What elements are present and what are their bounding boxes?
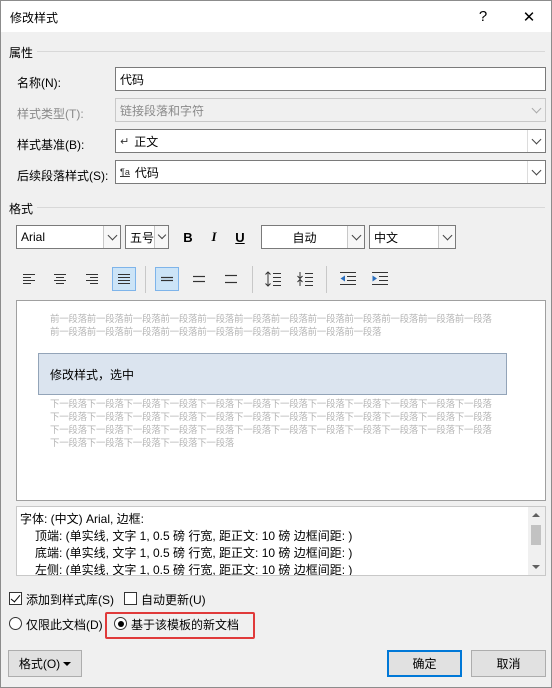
name-input[interactable]: 代码 (115, 67, 546, 91)
format-menu-label: 格式(O) (18, 657, 61, 671)
increase-paragraph-spacing-icon[interactable] (261, 267, 285, 291)
align-left-icon[interactable] (17, 267, 41, 291)
decrease-indent-icon[interactable] (336, 267, 360, 291)
add-to-gallery-label[interactable]: 添加到样式库(S) (26, 591, 114, 608)
underline-button[interactable]: U (229, 226, 251, 248)
double-spacing-icon[interactable] (219, 267, 243, 291)
preview-before-text: 前一段落前一段落前一段落前一段落前一段落前一段落前一段落前一段落前一段落前一段落… (50, 314, 492, 338)
based-on-value: 正文 (134, 134, 159, 149)
preview-sample: 修改样式，选中 (38, 353, 507, 395)
script-value: 中文 (374, 230, 399, 245)
chevron-down-icon (528, 99, 545, 121)
this-document-only-radio[interactable] (9, 617, 22, 630)
chevron-down-icon[interactable] (528, 130, 545, 152)
scroll-thumb[interactable] (531, 525, 541, 545)
preview-sample-text: 修改样式，选中 (50, 367, 135, 382)
chevron-down-icon[interactable] (438, 226, 455, 248)
justify-icon[interactable] (112, 267, 136, 291)
chevron-down-icon[interactable] (154, 226, 168, 248)
style-type-select: 链接段落和字符 (115, 98, 546, 122)
style-description: 字体: (中文) Arial, 边框: 顶端: (单实线, 文字 1, 0.5 … (16, 506, 546, 576)
font-color-select[interactable]: 自动 (261, 225, 365, 249)
auto-update-label[interactable]: 自动更新(U) (141, 591, 206, 608)
scroll-down-icon[interactable] (532, 565, 540, 569)
close-button[interactable]: ✕ (506, 1, 552, 32)
style-type-label: 样式类型(T): (17, 107, 84, 121)
cancel-button[interactable]: 取消 (471, 650, 546, 677)
format-divider (37, 207, 545, 208)
caret-down-icon (63, 661, 72, 666)
dialog-title: 修改样式 (10, 11, 59, 25)
toolbar-divider (326, 266, 327, 293)
description-line: 字体: (中文) Arial, 边框: (20, 512, 145, 526)
title-bar: 修改样式 ? ✕ (1, 1, 551, 32)
script-select[interactable]: 中文 (369, 225, 456, 249)
bold-button[interactable]: B (177, 226, 199, 248)
new-documents-template-radio[interactable] (114, 617, 127, 630)
font-size-select[interactable]: 五号 (125, 225, 169, 249)
format-section-label: 格式 (9, 202, 34, 216)
description-line: 底端: (单实线, 文字 1, 0.5 磅 行宽, 距正文: 10 磅 边框间距… (35, 546, 353, 560)
chevron-down-icon[interactable] (103, 226, 120, 248)
font-select[interactable]: Arial (16, 225, 121, 249)
toolbar-divider (252, 266, 253, 293)
align-center-icon[interactable] (48, 267, 72, 291)
decrease-paragraph-spacing-icon[interactable] (293, 267, 317, 291)
auto-update-checkbox[interactable] (124, 592, 137, 605)
align-right-icon[interactable] (80, 267, 104, 291)
increase-indent-icon[interactable] (368, 267, 392, 291)
paragraph-style-icon: ↵ (120, 135, 130, 148)
chevron-down-icon[interactable] (347, 226, 364, 248)
font-size-value: 五号 (130, 230, 155, 245)
ok-button[interactable]: 确定 (387, 650, 462, 677)
help-button[interactable]: ? (460, 1, 506, 32)
description-scrollbar[interactable] (528, 507, 545, 575)
properties-divider (37, 51, 545, 52)
font-value: Arial (21, 230, 46, 244)
toolbar-divider (145, 266, 146, 293)
single-spacing-icon[interactable] (155, 267, 179, 291)
one-half-spacing-icon[interactable] (187, 267, 211, 291)
this-document-only-label[interactable]: 仅限此文档(D) (26, 616, 103, 633)
scroll-up-icon[interactable] (532, 513, 540, 517)
next-style-value: 代码 (134, 165, 159, 180)
add-to-gallery-checkbox[interactable] (9, 592, 22, 605)
name-label: 名称(N): (17, 76, 61, 90)
properties-section-label: 属性 (9, 46, 34, 60)
name-value: 代码 (120, 72, 145, 87)
linked-style-icon: ¶a (120, 167, 130, 177)
based-on-label: 样式基准(B): (17, 138, 85, 152)
based-on-select[interactable]: ↵ 正文 (115, 129, 546, 153)
italic-button[interactable]: I (203, 226, 225, 248)
description-line: 顶端: (单实线, 文字 1, 0.5 磅 行宽, 距正文: 10 磅 边框间距… (35, 529, 353, 543)
chevron-down-icon[interactable] (528, 161, 545, 183)
format-menu-button[interactable]: 格式(O) (8, 650, 82, 677)
next-style-label: 后续段落样式(S): (17, 169, 109, 183)
new-documents-template-label[interactable]: 基于该模板的新文档 (131, 616, 239, 633)
next-style-select[interactable]: ¶a 代码 (115, 160, 546, 184)
style-type-value: 链接段落和字符 (120, 103, 205, 118)
modify-style-dialog: 修改样式 ? ✕ 属性 名称(N): 代码 样式类型(T): 链接段落和字符 样… (0, 0, 552, 688)
description-line: 左侧: (单实线, 文字 1, 0.5 磅 行宽, 距正文: 10 磅 边框间距… (35, 563, 353, 576)
preview-after-text: 下一段落下一段落下一段落下一段落下一段落下一段落下一段落下一段落下一段落下一段落… (50, 399, 492, 449)
style-preview: 前一段落前一段落前一段落前一段落前一段落前一段落前一段落前一段落前一段落前一段落… (16, 300, 546, 501)
font-color-value: 自动 (292, 230, 317, 245)
